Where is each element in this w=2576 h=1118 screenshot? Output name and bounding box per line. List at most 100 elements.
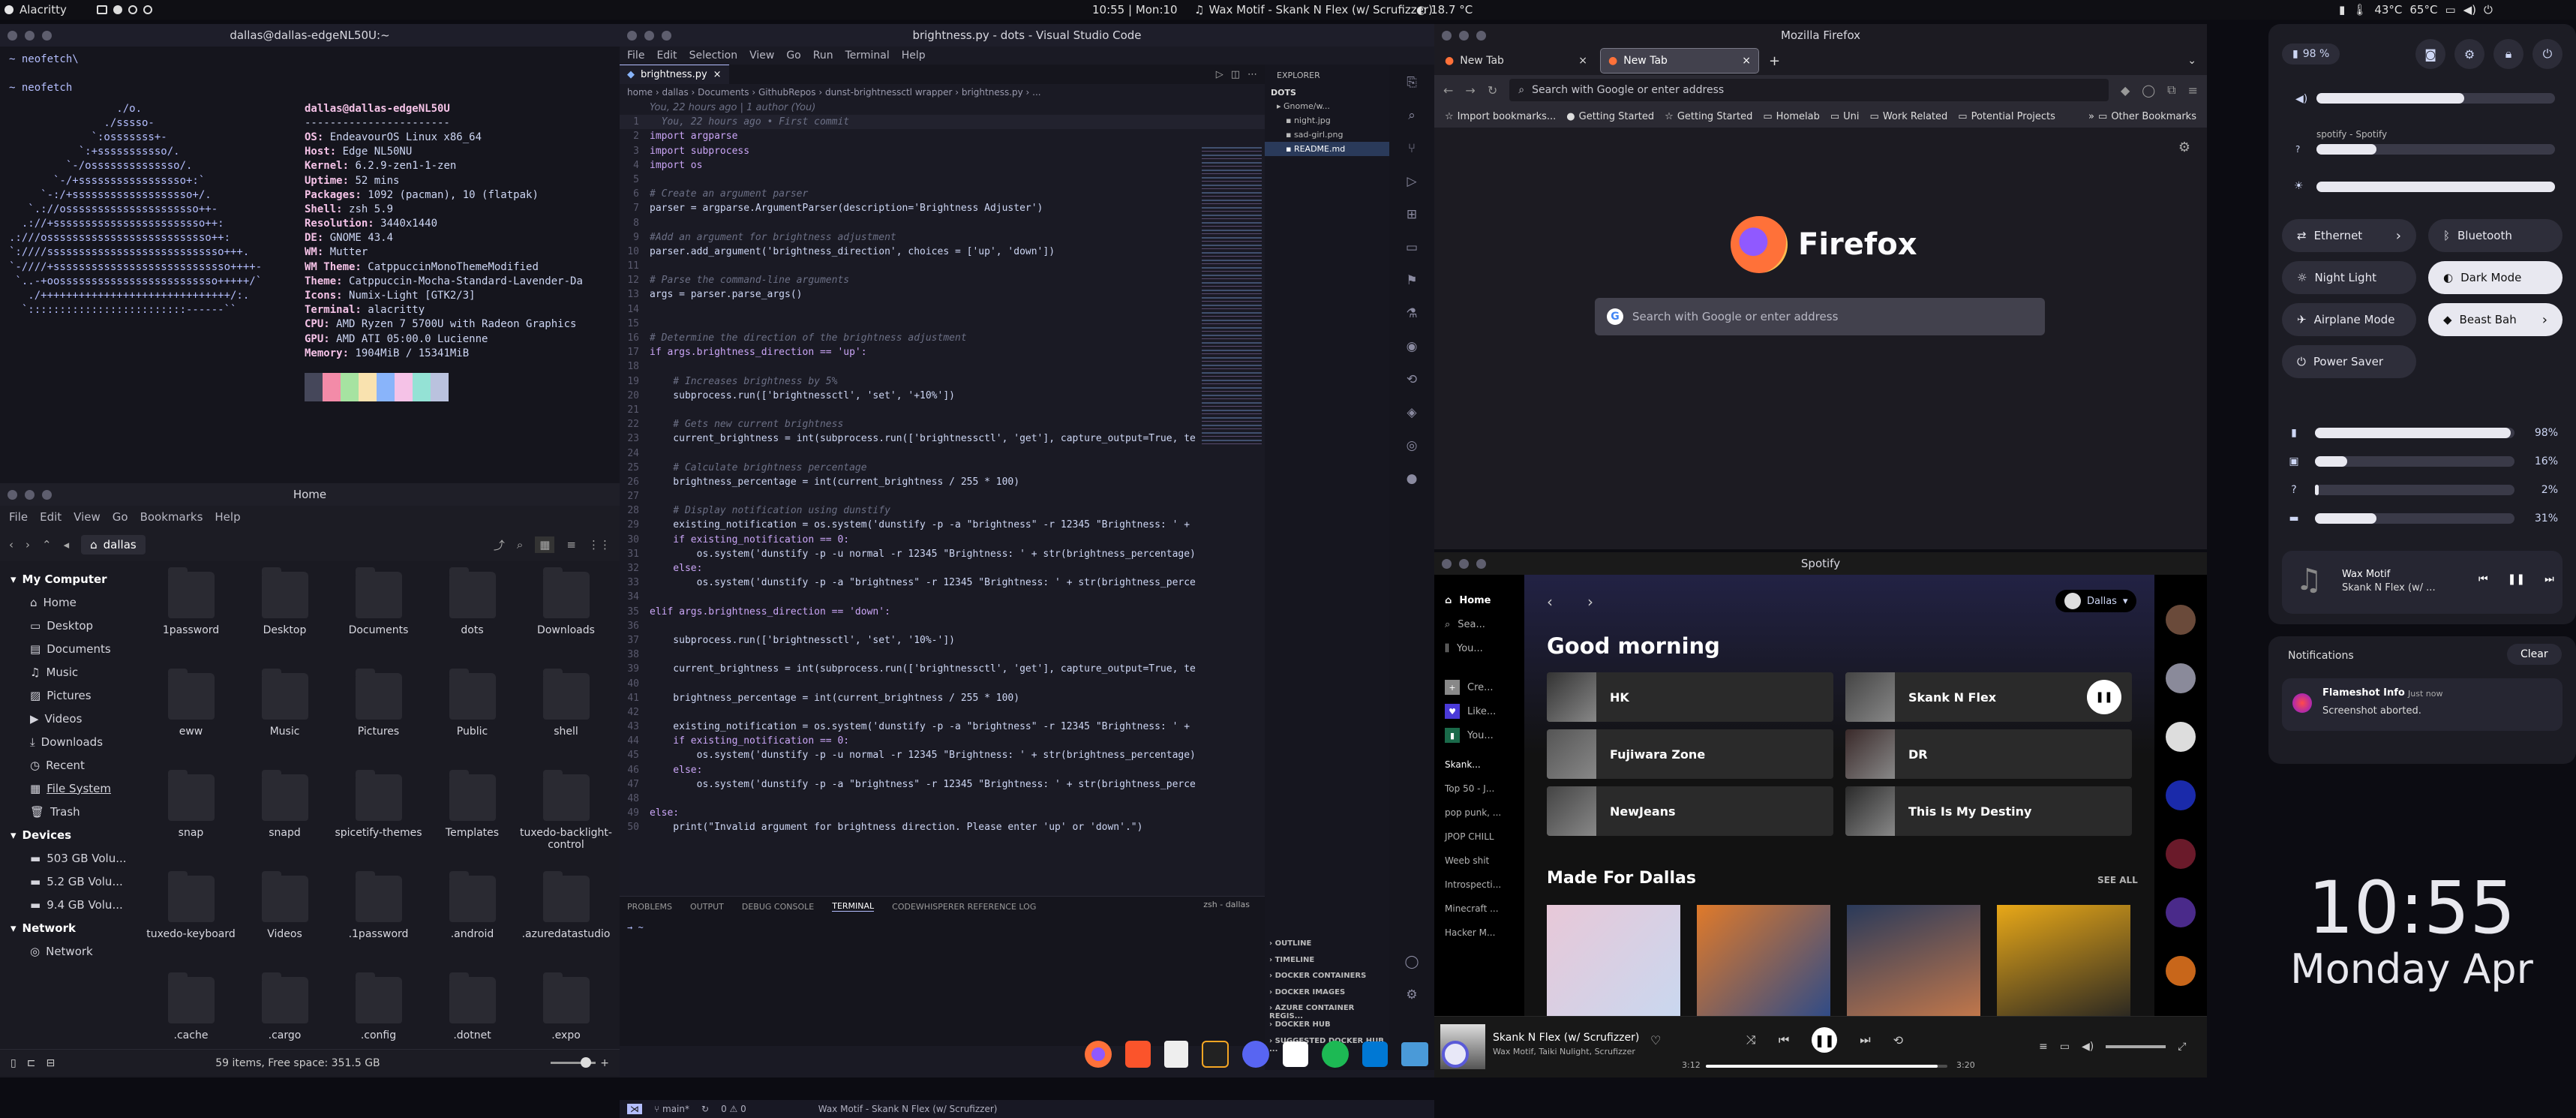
playlist-item[interactable]: Hacker M... <box>1445 927 1524 951</box>
sidebar-item-device[interactable]: ▬ 9.4 GB Volu... <box>0 893 135 916</box>
settings-icon[interactable]: ⚙ <box>2178 140 2190 155</box>
code-editor[interactable]: 1 You, 22 hours ago • First commit 2 impor… <box>620 115 1265 834</box>
sidebar-item-documents[interactable]: ▤ Documents <box>0 637 135 660</box>
sidebar-item-music[interactable]: ♫ Music <box>0 660 135 684</box>
sidebar-header-devices[interactable]: ▾ Devices <box>0 823 135 846</box>
bookmark-item[interactable]: ☆ Import bookmarks... <box>1445 111 1556 122</box>
nav-item[interactable]: ⫼ You... <box>1445 636 1524 660</box>
search-icon[interactable]: ⌕ <box>517 538 523 551</box>
problems-count[interactable]: 0 ⚠ 0 <box>721 1104 746 1114</box>
menu-item[interactable]: Terminal <box>845 50 890 62</box>
toggle-beast-bah[interactable]: ◆ Beast Bah › <box>2428 303 2562 336</box>
next-icon[interactable]: ⏭ <box>1860 1032 1870 1047</box>
folder-item[interactable]: dots <box>425 567 519 669</box>
back-icon[interactable]: ‹ <box>9 538 14 551</box>
shuffle-icon[interactable]: ⤨ <box>1746 1032 1756 1047</box>
volume-slider[interactable] <box>2106 1045 2166 1048</box>
copilot-icon[interactable]: ◈ <box>1407 405 1416 420</box>
folder-item[interactable]: snap <box>144 770 238 871</box>
folder-item[interactable]: Desktop <box>238 567 332 669</box>
source-control-icon[interactable]: ⑂ <box>1408 141 1416 156</box>
remote-icon[interactable]: ⋊ <box>627 1104 642 1114</box>
editor-tab[interactable]: ◆ brightness.py × <box>620 65 729 84</box>
files-titlebar[interactable]: Home <box>0 483 620 506</box>
workspace-root[interactable]: DOTS <box>1265 86 1389 99</box>
files-icon[interactable]: ⎘ <box>1407 75 1417 90</box>
split-editor-icon[interactable]: ◫ <box>1231 69 1240 80</box>
toggle-night-light[interactable]: ☼ Night Light <box>2282 261 2416 294</box>
mix-cover[interactable] <box>1997 905 2130 1016</box>
previous-icon[interactable]: ⏮ <box>1779 1032 1789 1047</box>
git-graph-icon[interactable]: ⟲ <box>1407 372 1417 387</box>
folder-item[interactable]: Templates <box>425 770 519 871</box>
notion-dock-icon[interactable] <box>1283 1041 1308 1067</box>
run-icon[interactable]: ▷ <box>1216 69 1223 80</box>
run-debug-icon[interactable]: ▷ <box>1407 174 1416 189</box>
tree-icon[interactable]: ⊏ <box>27 1057 36 1069</box>
file-manager-window[interactable]: Home File Edit View Go Bookmarks Help ‹ › ⌃ ◂… <box>0 483 620 1077</box>
pause-button[interactable]: ❚❚ <box>1812 1027 1838 1053</box>
quick-pick-card[interactable]: Fujiwara Zone <box>1547 729 1833 779</box>
quick-pick-card[interactable]: NewJeans <box>1547 786 1833 836</box>
playlist-item[interactable]: Top 50 - J... <box>1445 783 1524 807</box>
panel-tab[interactable]: PROBLEMS <box>627 902 672 912</box>
spotify-status[interactable]: Wax Motif - Skank N Flex (w/ Scrufizzer) <box>818 1104 998 1114</box>
tab[interactable]: ● New Tab × <box>1437 49 1595 73</box>
folder-item[interactable]: 1password <box>144 567 238 669</box>
friend-avatar[interactable] <box>2166 605 2196 635</box>
nav-item[interactable]: ⌂ Home <box>1445 588 1524 612</box>
quick-pick-card[interactable]: HK <box>1547 672 1833 722</box>
close-tab-icon[interactable]: × <box>713 69 722 80</box>
menu-item[interactable]: Edit <box>40 510 62 524</box>
sidebar-item-trash[interactable]: 🗑︎ Trash <box>0 800 135 823</box>
spotify-window[interactable]: Spotify ⌂ Home ⌕ Sea... ⫼ You... + Cre... ♥ Like… <box>1434 552 2207 1077</box>
menu-item[interactable]: Run <box>813 50 833 62</box>
alacritty-dock-icon[interactable] <box>1202 1041 1229 1068</box>
pause-icon[interactable]: ❚❚ <box>2508 573 2525 585</box>
grid-view-icon[interactable]: ▦ <box>535 536 555 553</box>
folder-item[interactable]: snapd <box>238 770 332 871</box>
menu-item[interactable]: File <box>627 50 644 62</box>
nav-item[interactable]: ⌕ Sea... <box>1445 612 1524 636</box>
tree-item[interactable]: ▪ sad-girl.png <box>1265 128 1389 142</box>
folder-item[interactable]: .1password <box>332 871 425 972</box>
menu-item[interactable]: Go <box>786 50 800 62</box>
playlist-item[interactable]: Weeb shit <box>1445 855 1524 879</box>
bookmark-icon[interactable]: ⚑ <box>1406 273 1417 288</box>
lock-button[interactable]: 🔒︎ <box>2493 39 2523 69</box>
vscode-dock-icon[interactable] <box>1362 1041 1388 1067</box>
library-item[interactable]: ♥ Like... <box>1445 699 1524 723</box>
fullscreen-icon[interactable]: ⤢ <box>2178 1041 2186 1053</box>
sidebar-item-device[interactable]: ▬ 5.2 GB Volu... <box>0 870 135 893</box>
back-icon[interactable]: ← <box>1443 83 1453 98</box>
vscode-window[interactable]: brightness.py - dots - Visual Studio Cod… <box>620 24 1434 1118</box>
path-left-icon[interactable]: ◂ <box>64 538 70 551</box>
menu-item[interactable]: Bookmarks <box>140 510 203 524</box>
friend-avatar[interactable] <box>2166 839 2196 869</box>
toggle-ethernet[interactable]: ⇄ Ethernet › <box>2282 219 2416 252</box>
quick-pick-card[interactable]: Skank N Flex ❚❚ <box>1845 672 2132 722</box>
folder-item[interactable]: spicetify-themes <box>332 770 425 871</box>
friend-avatar[interactable] <box>2166 897 2196 927</box>
playlist-item[interactable]: pop punk, ... <box>1445 807 1524 831</box>
sidebar-item-home[interactable]: ⌂ Home <box>0 591 135 614</box>
side-section[interactable]: › DOCKER HUB <box>1265 1019 1389 1035</box>
more-actions-icon[interactable]: ⋯ <box>1247 69 1257 80</box>
mix-cover[interactable] <box>1697 905 1830 1016</box>
queue-icon[interactable]: ≡ <box>2039 1041 2048 1053</box>
playlist-item[interactable]: Introspecti... <box>1445 879 1524 903</box>
folder-item[interactable]: Pictures <box>332 669 425 770</box>
bookmark-item[interactable]: ☆ Getting Started <box>1665 111 1752 122</box>
sync-icon[interactable]: ↻ <box>701 1104 709 1114</box>
settings-button[interactable]: ⚙ <box>2454 39 2484 69</box>
tree-item[interactable]: ▸ Gnome/w... <box>1265 99 1389 113</box>
quick-pick-card[interactable]: DR <box>1845 729 2132 779</box>
sidebar-header-network[interactable]: ▾ Network <box>0 916 135 939</box>
close-tab-icon[interactable]: × <box>1742 55 1751 67</box>
other-bookmarks[interactable]: » ▭ Other Bookmarks <box>2088 111 2196 122</box>
friend-avatar[interactable] <box>2166 956 2196 986</box>
tab-active[interactable]: ● New Tab × <box>1600 48 1759 74</box>
url-bar[interactable]: ⌕ Search with Google or enter address <box>1509 79 2109 101</box>
discord-dock-icon[interactable] <box>1242 1041 1269 1068</box>
list-view-icon[interactable]: ≡ <box>566 538 576 551</box>
